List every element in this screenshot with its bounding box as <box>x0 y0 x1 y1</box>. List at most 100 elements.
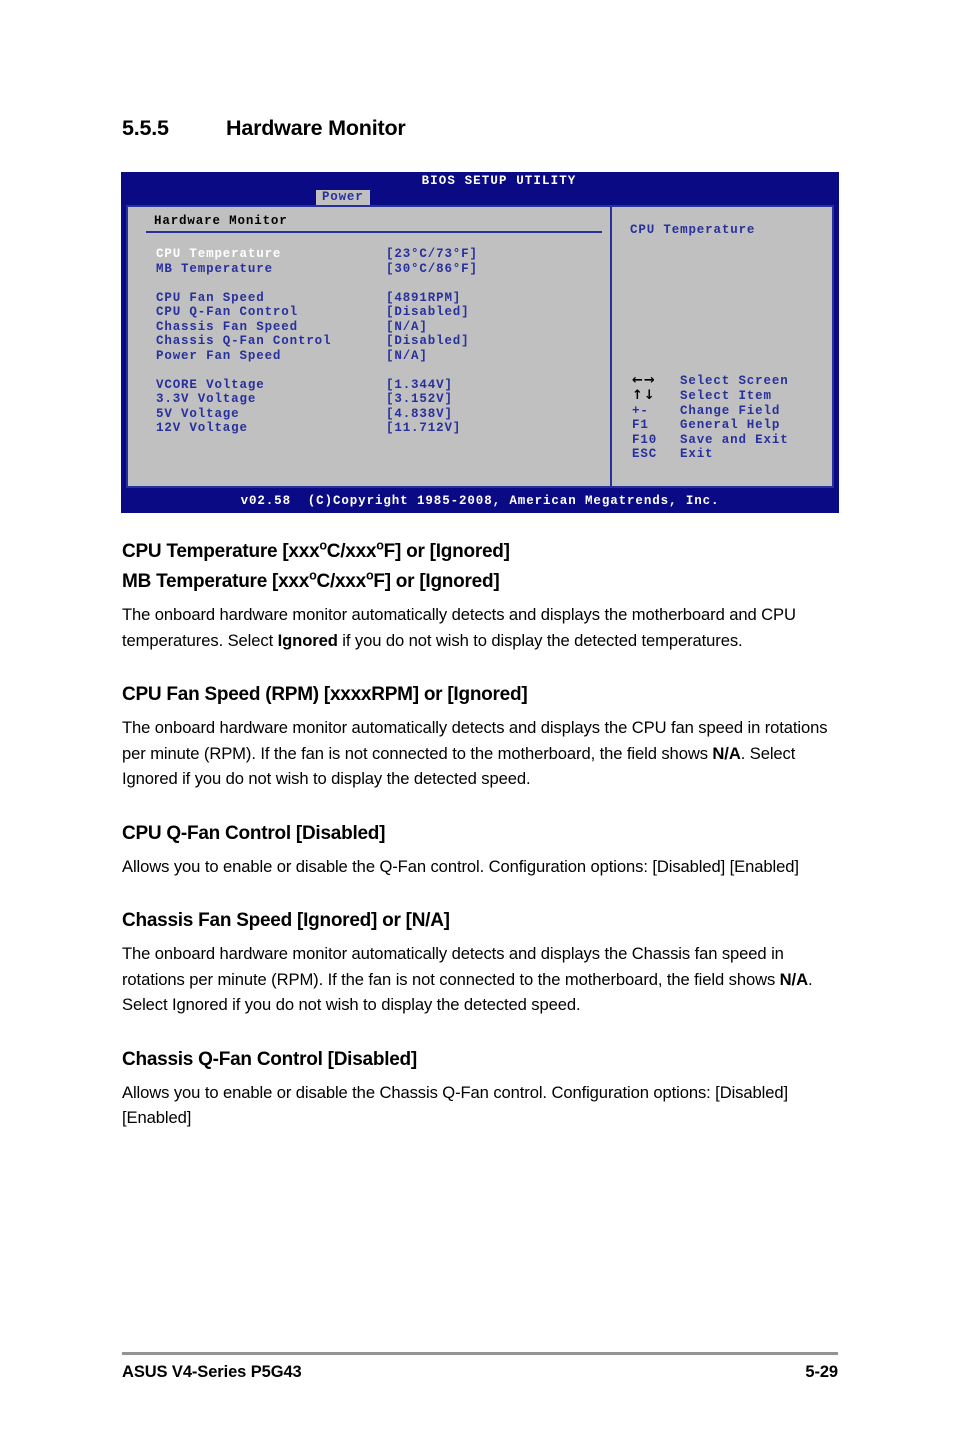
bios-setting-row[interactable]: CPU Temperature [23°C/73°F] <box>156 247 610 262</box>
bios-setup-screenshot: BIOS SETUP UTILITY Power Hardware Monito… <box>121 172 839 513</box>
arrow-keys-icon: ↑↓ <box>632 388 656 404</box>
heading-text: MB Temperature [xxx <box>122 571 310 592</box>
bios-setting-value[interactable]: [4.838V] <box>386 407 453 422</box>
bios-setting-row[interactable]: Chassis Fan Speed [N/A] <box>156 320 610 335</box>
bios-title: BIOS SETUP UTILITY <box>421 174 577 188</box>
nav-key-row: F10 Save and Exit <box>632 433 789 448</box>
hardware-monitor-list: CPU Temperature [23°C/73°F] MB Temperature… <box>156 247 610 436</box>
arrow-keys-icon: ←→ <box>632 373 656 389</box>
section-title: Hardware Monitor <box>226 116 406 140</box>
degree-symbol: o <box>376 538 384 553</box>
nav-key-row: +- Change Field <box>632 404 789 419</box>
nav-key-action: General Help <box>680 418 781 433</box>
heading-text: C/xxx <box>316 571 366 592</box>
bios-copyright-bar: v02.58 (C)Copyright 1985-2008, American … <box>126 493 834 510</box>
bios-setting-label: Chassis Fan Speed <box>156 319 298 334</box>
bios-setting-value[interactable]: [N/A] <box>386 349 428 364</box>
bios-setting-row[interactable]: CPU Q-Fan Control [Disabled] <box>156 305 610 320</box>
bios-setting-row[interactable]: Chassis Q-Fan Control [Disabled] <box>156 334 610 349</box>
bios-setting-label: 5V Voltage <box>156 406 240 421</box>
bios-setting-row[interactable]: Power Fan Speed [N/A] <box>156 349 610 364</box>
bios-title-bar: BIOS SETUP UTILITY <box>121 172 839 190</box>
bios-setting-label: CPU Fan Speed <box>156 290 265 305</box>
paragraph-text: The onboard hardware monitor automatical… <box>122 944 784 989</box>
emphasis-na: N/A <box>779 969 808 989</box>
heading-text: C/xxx <box>326 541 377 562</box>
bios-tab-bar: Power <box>121 190 839 205</box>
footer-product-name: ASUS V4-Series P5G43 <box>122 1363 302 1381</box>
bios-setting-value[interactable]: [4891RPM] <box>386 291 461 306</box>
nav-key-action: Exit <box>680 447 714 462</box>
heading-mb-temperature: MB Temperature [xxxoC/xxxoF] or [Ignored… <box>122 569 844 593</box>
navigation-key-legend: ←→ Select Screen ↑↓ Select Item +- Change Fie… <box>632 374 789 462</box>
bios-setting-row[interactable]: 12V Voltage [11.712V] <box>156 421 610 436</box>
bios-setting-label: CPU Q-Fan Control <box>156 305 298 319</box>
nav-key-name: F10 <box>632 432 658 447</box>
heading-text: CPU Temperature [xxx <box>122 541 320 562</box>
bios-setting-label: MB Temperature <box>156 261 273 276</box>
nav-key-action: Save and Exit <box>680 432 789 447</box>
emphasis-ignored: Ignored <box>277 630 338 650</box>
bios-setting-label: Power Fan Speed <box>156 348 282 363</box>
bios-setting-label: CPU Temperature <box>156 247 282 261</box>
paragraph-chassis-qfan-control: Allows you to enable or disable the Chas… <box>122 1082 788 1128</box>
nav-key-name: F1 <box>632 418 649 433</box>
paragraph-cpu-fan-speed: The onboard hardware monitor automatical… <box>122 715 844 792</box>
nav-key-row: ↑↓ Select Item <box>632 388 789 404</box>
nav-key-row: ←→ Select Screen <box>632 374 789 389</box>
bios-setting-value[interactable]: [Disabled] <box>386 334 470 349</box>
heading-text: F] or [Ignored] <box>373 571 500 592</box>
heading-text: F] or [Ignored] <box>383 541 510 562</box>
bios-setting-value[interactable]: [1.344V] <box>386 378 453 393</box>
bios-help-panel: CPU Temperature ←→ Select Screen ↑↓ Select … <box>612 207 832 486</box>
nav-key-action: Change Field <box>680 403 781 418</box>
footer-page-number: 5-29 <box>805 1363 838 1381</box>
nav-key-action: Select Item <box>680 389 772 404</box>
bios-setting-row[interactable]: MB Temperature [30°C/86°F] <box>156 262 610 277</box>
nav-key-row: ESC Exit <box>632 447 789 462</box>
bios-setting-label: Chassis Q-Fan Control <box>156 334 332 348</box>
nav-key-name: +- <box>632 403 649 418</box>
nav-key-row: F1 General Help <box>632 418 789 433</box>
heading-divider <box>146 231 602 233</box>
paragraph-text: if you do not wish to display the detect… <box>337 630 743 650</box>
bios-setting-value[interactable]: [Disabled] <box>386 305 470 320</box>
tab-power[interactable]: Power <box>316 190 370 205</box>
bios-setting-value[interactable]: [3.152V] <box>386 392 453 407</box>
bios-setting-value[interactable]: [11.712V] <box>386 421 461 436</box>
body-content: CPU Temperature [xxxoC/xxxoF] or [Ignore… <box>122 538 844 1156</box>
heading-cpu-fan-speed: CPU Fan Speed (RPM) [xxxxRPM] or [Ignore… <box>122 684 528 705</box>
bios-body: Hardware Monitor CPU Temperature [23°C/73… <box>126 205 834 488</box>
bios-setting-row[interactable]: 3.3V Voltage [3.152V] <box>156 392 610 407</box>
paragraph-temperature: The onboard hardware monitor automatical… <box>122 602 844 653</box>
heading-chassis-qfan-control: Chassis Q-Fan Control [Disabled] <box>122 1048 417 1070</box>
degree-symbol: o <box>319 538 327 553</box>
bios-setting-label: 3.3V Voltage <box>156 392 257 406</box>
paragraph-cpu-qfan-control: Allows you to enable or disable the Q-Fa… <box>122 856 799 876</box>
bios-setting-value[interactable]: [30°C/86°F] <box>386 262 478 277</box>
heading-cpu-temperature: CPU Temperature [xxxoC/xxxoF] or [Ignore… <box>122 538 844 563</box>
bios-settings-panel: Hardware Monitor CPU Temperature [23°C/73… <box>128 207 612 486</box>
bios-setting-row[interactable]: VCORE Voltage [1.344V] <box>156 378 610 393</box>
bios-setting-label: 12V Voltage <box>156 421 248 435</box>
help-title: CPU Temperature <box>630 223 756 237</box>
bios-setting-row[interactable]: CPU Fan Speed [4891RPM] <box>156 291 610 306</box>
section-number: 5.5.5 <box>122 116 169 140</box>
page-footer: ASUS V4-Series P5G43 5-29 <box>122 1363 838 1382</box>
bios-setting-row[interactable]: 5V Voltage [4.838V] <box>156 407 610 422</box>
footer-divider <box>122 1352 838 1355</box>
heading-chassis-fan-speed: Chassis Fan Speed [Ignored] or [N/A] <box>122 910 450 931</box>
emphasis-na: N/A <box>712 743 741 763</box>
bios-setting-value[interactable]: [N/A] <box>386 320 428 335</box>
hardware-monitor-heading: Hardware Monitor <box>154 214 288 228</box>
bios-setting-label: VCORE Voltage <box>156 377 265 392</box>
nav-key-action: Select Screen <box>680 374 789 389</box>
page-title: 5.5.5 Hardware Monitor <box>122 116 842 141</box>
nav-key-name: ESC <box>632 447 658 462</box>
bios-setting-value[interactable]: [23°C/73°F] <box>386 247 478 262</box>
